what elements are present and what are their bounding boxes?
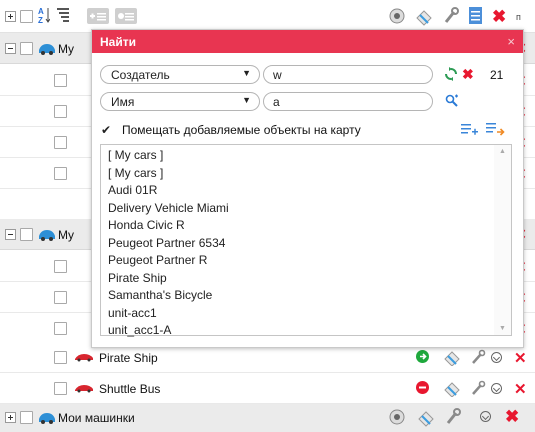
group-checkbox[interactable]	[20, 42, 33, 55]
unit-checkbox[interactable]	[54, 260, 67, 273]
sort-az-icon[interactable]: A Z	[38, 6, 50, 24]
dropdown-arrow-icon: ▼	[242, 68, 251, 78]
stopped-status-icon	[416, 381, 429, 394]
satellite-icon[interactable]	[416, 407, 436, 427]
list-scrollbar[interactable]: ▲ ▼	[494, 145, 511, 335]
list-item[interactable]: [ My cars ]	[108, 148, 163, 162]
unit-checkbox[interactable]	[54, 74, 67, 87]
car-icon	[75, 354, 93, 362]
scroll-up-icon[interactable]: ▲	[499, 148, 506, 155]
add-to-map-icon[interactable]	[486, 122, 506, 136]
expand-group-icon[interactable]	[5, 412, 16, 423]
select-all-checkbox[interactable]	[20, 10, 33, 23]
car-icon	[75, 385, 93, 393]
list-item[interactable]: unit-acc1	[108, 306, 157, 320]
list-item[interactable]: Pirate Ship	[108, 271, 167, 285]
sort-list-icon[interactable]	[57, 8, 69, 22]
unit-checkbox[interactable]	[54, 322, 67, 335]
group-car-icon	[39, 230, 55, 241]
results-list[interactable]: [ My cars ] [ My cars ] Audi 01R Deliver…	[100, 144, 512, 337]
expand-icon[interactable]	[491, 352, 502, 363]
result-count: 21	[490, 68, 504, 82]
filter-value-text-1: w	[273, 68, 282, 82]
group-car-icon	[39, 44, 55, 55]
group-label: My	[58, 228, 74, 242]
dropdown-arrow-icon: ▼	[242, 95, 251, 105]
add-list-icon[interactable]	[87, 8, 109, 24]
refresh-icon[interactable]	[445, 67, 457, 81]
unit-label: Shuttle Bus	[99, 382, 161, 396]
group-label: Мои машинки	[58, 411, 135, 425]
list-item[interactable]: Honda Civic R	[108, 218, 185, 232]
unit-checkbox[interactable]	[54, 105, 67, 118]
list-item[interactable]: Peugeot Partner 6534	[108, 236, 225, 250]
settings-icon[interactable]	[442, 6, 460, 26]
collapse-icon[interactable]	[5, 43, 16, 54]
list-item[interactable]: Audi 01R	[108, 183, 157, 197]
filter-field-value-2: Имя	[111, 95, 135, 109]
filter-field-select-2[interactable]: Имя ▼	[100, 92, 260, 111]
delete-all-icon[interactable]: ✖	[492, 8, 506, 25]
list-item[interactable]: Peugeot Partner R	[108, 253, 207, 267]
filter-field-value-1: Создатель	[111, 68, 170, 82]
group-checkbox[interactable]	[20, 411, 33, 424]
expand-icon[interactable]	[480, 411, 491, 422]
list-item[interactable]: Samantha's Bicycle	[108, 288, 212, 302]
group-checkbox[interactable]	[20, 228, 33, 241]
add-list-icon[interactable]	[461, 123, 479, 135]
delete-group-icon[interactable]: ✖	[505, 408, 519, 425]
svg-text:A: A	[38, 7, 44, 16]
unit-checkbox[interactable]	[54, 167, 67, 180]
locate-icon[interactable]	[388, 408, 406, 426]
unit-label: Pirate Ship	[99, 351, 158, 365]
group-row[interactable]: Мои машинки ✖	[0, 404, 535, 432]
settings-icon[interactable]	[470, 348, 486, 366]
unit-checkbox[interactable]	[54, 351, 67, 364]
expand-icon[interactable]	[491, 383, 502, 394]
group-label: My	[58, 42, 74, 56]
delete-unit-icon[interactable]: ✕	[514, 351, 527, 366]
search-dialog: Найти × Создатель ▼ w ✖ 21 Имя ▼ a ✔ Пом…	[91, 29, 524, 348]
satellite-icon[interactable]	[414, 6, 434, 26]
svg-text:Z: Z	[38, 16, 43, 24]
unit-row[interactable]: Shuttle Bus ✕	[0, 373, 535, 404]
delete-unit-icon[interactable]: ✕	[514, 382, 527, 397]
unit-checkbox[interactable]	[54, 136, 67, 149]
list-item[interactable]: unit_acc1-A	[108, 323, 171, 337]
search-add-icon[interactable]	[445, 94, 459, 108]
filter-field-select-1[interactable]: Создатель ▼	[100, 65, 260, 84]
dialog-header[interactable]: Найти ×	[92, 30, 523, 53]
truncated-label: п	[516, 12, 521, 22]
unit-checkbox[interactable]	[54, 382, 67, 395]
list-item[interactable]: Delivery Vehicle Miami	[108, 201, 229, 215]
close-icon[interactable]: ×	[507, 34, 515, 49]
remove-list-icon[interactable]	[115, 8, 137, 24]
document-icon[interactable]	[468, 6, 484, 25]
group-car-icon	[39, 413, 55, 424]
filter-value-input-1[interactable]: w	[263, 65, 433, 84]
expand-all-icon[interactable]	[5, 11, 16, 22]
filter-value-input-2[interactable]: a	[263, 92, 433, 111]
satellite-icon[interactable]	[442, 379, 462, 397]
scroll-down-icon[interactable]: ▼	[499, 325, 506, 332]
settings-icon[interactable]	[444, 407, 462, 427]
add-to-map-checkbox[interactable]: ✔	[101, 124, 113, 136]
moving-status-icon	[416, 350, 429, 363]
collapse-icon[interactable]	[5, 229, 16, 240]
satellite-icon[interactable]	[442, 348, 462, 366]
settings-icon[interactable]	[470, 379, 486, 397]
list-item[interactable]: [ My cars ]	[108, 166, 163, 180]
locate-icon[interactable]	[388, 7, 406, 25]
clear-filter-icon[interactable]: ✖	[462, 67, 474, 82]
unit-checkbox[interactable]	[54, 291, 67, 304]
filter-value-text-2: a	[273, 95, 280, 109]
add-to-map-label: Помещать добавляемые объекты на карту	[122, 123, 361, 137]
dialog-title: Найти	[100, 35, 136, 49]
